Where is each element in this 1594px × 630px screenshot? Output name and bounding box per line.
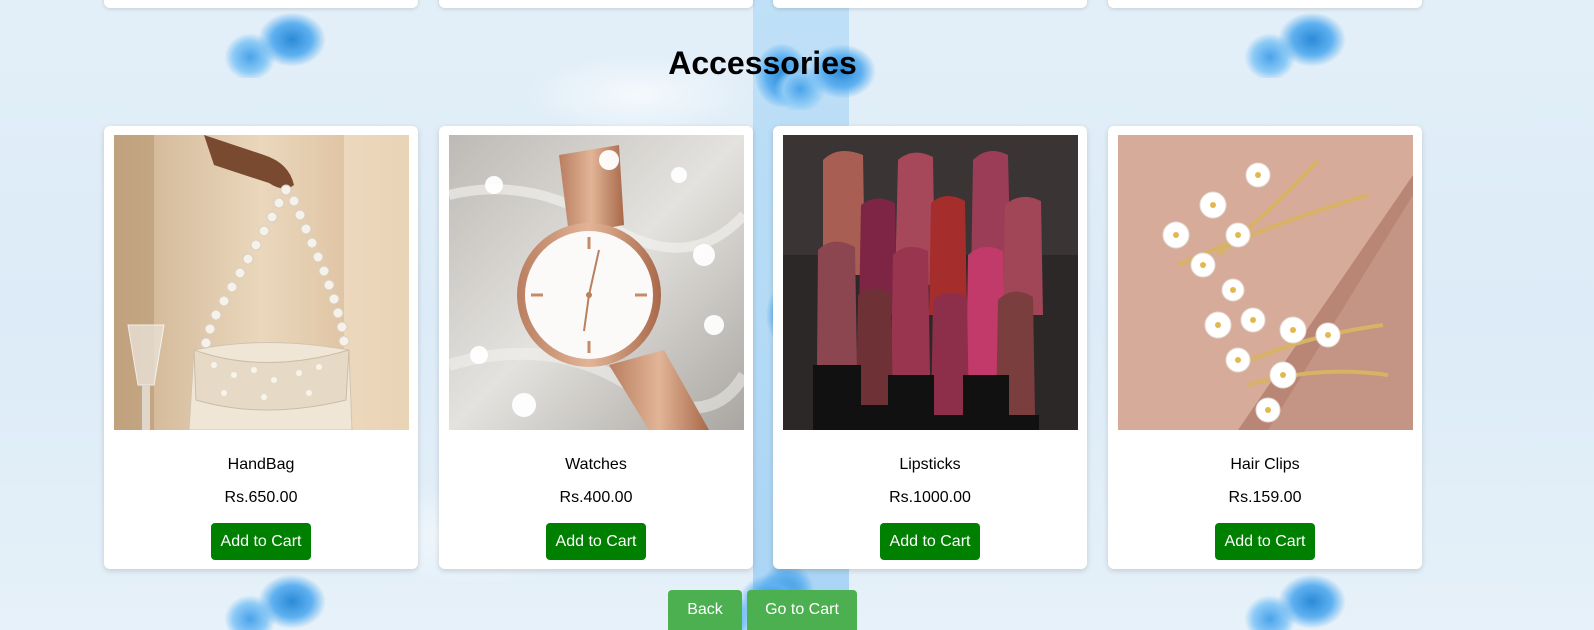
add-to-cart-button[interactable]: Add to Cart <box>546 523 646 560</box>
product-name: Lipsticks <box>899 456 961 473</box>
product-price: Rs.1000.00 <box>889 489 971 506</box>
add-to-cart-button[interactable]: Add to Cart <box>880 523 980 560</box>
flower-hair-clips-image <box>1118 135 1413 430</box>
product-price: Rs.400.00 <box>559 489 633 506</box>
product-price: Rs.159.00 <box>1228 489 1302 506</box>
add-to-cart-button[interactable]: Add to Cart <box>1215 523 1315 560</box>
previous-row-card <box>439 0 753 8</box>
section-title: Accessories <box>668 45 857 81</box>
rose-gold-watch-image <box>449 135 744 430</box>
back-button[interactable]: Back <box>668 590 742 630</box>
product-name: Hair Clips <box>1230 456 1300 473</box>
product-card: Watches Rs.400.00 Add to Cart <box>439 126 753 569</box>
product-card: HandBag Rs.650.00 Add to Cart <box>104 126 418 569</box>
lipsticks-image <box>783 135 1078 430</box>
product-price: Rs.650.00 <box>224 489 298 506</box>
previous-row-card <box>1108 0 1422 8</box>
pearl-handbag-image <box>114 135 409 430</box>
product-name: Watches <box>565 456 627 473</box>
previous-row-card <box>104 0 418 8</box>
product-card: Lipsticks Rs.1000.00 Add to Cart <box>773 126 1087 569</box>
go-to-cart-button[interactable]: Go to Cart <box>747 590 857 630</box>
product-card: Hair Clips Rs.159.00 Add to Cart <box>1108 126 1422 569</box>
add-to-cart-button[interactable]: Add to Cart <box>211 523 311 560</box>
product-name: HandBag <box>227 456 295 473</box>
previous-row-card <box>773 0 1087 8</box>
